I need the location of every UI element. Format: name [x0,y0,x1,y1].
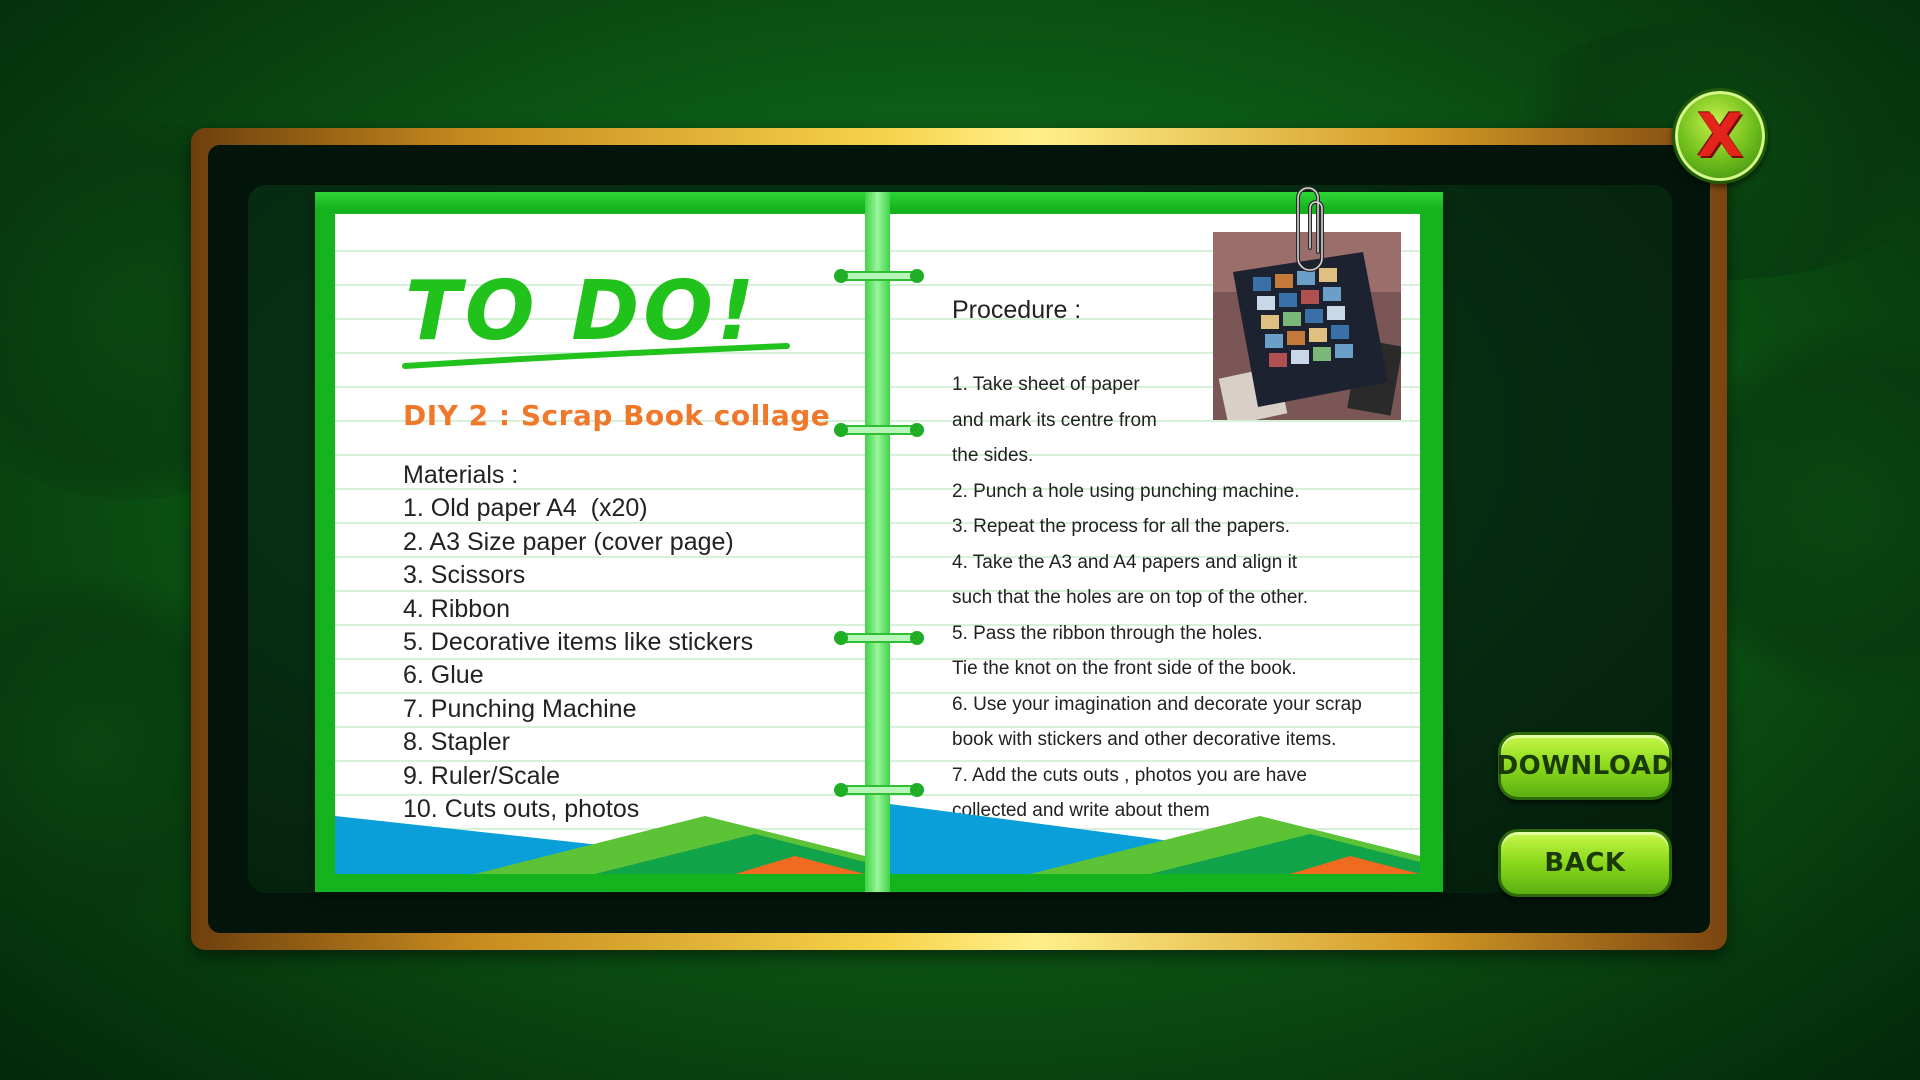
material-item: 7. Punching Machine [403,694,637,723]
material-item: 1. Old paper A4 (x20) [403,494,648,523]
material-item: 3. Scissors [403,561,526,590]
procedure-line: book with stickers and other decorative … [952,729,1337,750]
procedure-heading: Procedure : [952,296,1082,324]
left-page: TO DO! DIY 2 : Scrap Book collage Materi… [335,214,865,874]
close-button[interactable]: X [1672,88,1768,184]
material-item: 9. Ruler/Scale [403,761,561,790]
procedure-steps: 1. Take sheet of paper and mark its cent… [952,367,1362,829]
paperclip-icon [1296,186,1324,272]
procedure-line: such that the holes are on top of the ot… [952,587,1308,608]
materials-heading: Materials : [403,461,519,489]
diy-title: DIY 2 : Scrap Book collage [403,399,831,432]
materials-list: Materials : 1. Old paper A4 (x20) 2. A3 … [403,459,753,826]
todo-title-text: TO DO! [405,264,758,359]
page-decoration [335,816,865,874]
material-item: 4. Ribbon [403,594,511,623]
material-item: 2. A3 Size paper (cover page) [403,527,734,556]
procedure-line: 7. Add the cuts outs , photos you are ha… [952,764,1307,786]
procedure-line: 5. Pass the ribbon through the holes. [952,622,1263,644]
binder-ring [834,423,924,437]
material-item: 5. Decorative items like stickers [403,628,754,657]
material-item: 6. Glue [403,661,484,690]
binder-ring [834,269,924,283]
back-button[interactable]: BACK [1498,829,1672,897]
binder-ring [834,783,924,797]
download-button[interactable]: DOWNLOAD [1496,732,1674,800]
page-decoration [890,804,1420,874]
procedure-line: 4. Take the A3 and A4 papers and align i… [952,551,1298,573]
procedure-line: 3. Repeat the process for all the papers… [952,516,1290,537]
procedure-line: the sides. [952,445,1034,466]
back-button-label: BACK [1544,848,1626,878]
close-x-icon: X [1696,101,1744,171]
procedure-line: Tie the knot on the front side of the bo… [952,658,1297,679]
procedure-line: 6. Use your imagination and decorate you… [952,693,1362,715]
material-item: 8. Stapler [403,728,511,757]
download-button-label: DOWNLOAD [1496,751,1674,781]
todo-title: TO DO! [402,264,790,369]
background-foliage [1700,300,1920,720]
procedure-line: 2. Punch a hole using punching machine. [952,480,1300,502]
binder-ring [834,631,924,645]
